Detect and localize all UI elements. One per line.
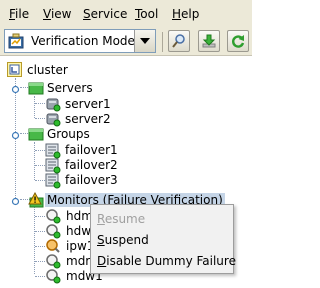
server2-label: server2 bbox=[65, 112, 111, 126]
tree-connector bbox=[35, 118, 45, 119]
server-icon bbox=[45, 111, 61, 127]
monitor-warning-icon bbox=[45, 238, 61, 254]
monitor-icon bbox=[45, 268, 61, 284]
tree-connector bbox=[34, 142, 35, 180]
cluster-label: cluster bbox=[27, 63, 68, 77]
menu-help[interactable]: Help bbox=[172, 7, 199, 21]
mode-dropdown-button[interactable] bbox=[134, 30, 155, 52]
tree-connector bbox=[35, 180, 45, 181]
green-refresh-icon bbox=[232, 35, 245, 48]
download-button[interactable] bbox=[198, 30, 220, 52]
hdm-label: hdm bbox=[66, 209, 93, 223]
verification-mode-icon bbox=[8, 33, 24, 49]
monitor-icon bbox=[45, 208, 61, 224]
warning-folder-icon bbox=[28, 191, 44, 208]
menu-item-suspend[interactable]: Suspend bbox=[97, 233, 149, 247]
refresh-button[interactable] bbox=[227, 30, 249, 52]
context-menu: Resume Suspend Disable Dummy Failure bbox=[90, 204, 236, 274]
server1-label: server1 bbox=[65, 97, 111, 111]
menu-view[interactable]: View bbox=[43, 7, 71, 21]
monitor-icon bbox=[45, 223, 61, 239]
tree-connector bbox=[35, 103, 45, 104]
toolbar-separator bbox=[162, 32, 163, 52]
failover-group-icon bbox=[45, 143, 61, 159]
groups-label: Groups bbox=[47, 127, 90, 141]
menu-item-disable-dummy-failure[interactable]: Disable Dummy Failure bbox=[97, 254, 236, 268]
menu-file[interactable]: File bbox=[9, 7, 29, 21]
chevron-down-icon bbox=[140, 38, 150, 44]
collapse-handle-icon[interactable] bbox=[11, 195, 20, 206]
tree-connector bbox=[35, 150, 45, 151]
failover-group-icon bbox=[45, 158, 61, 174]
servers-label: Servers bbox=[47, 81, 93, 95]
tree-connector bbox=[35, 165, 45, 166]
mode-select[interactable]: Verification Mode bbox=[4, 29, 156, 53]
search-button[interactable] bbox=[168, 30, 190, 52]
magnifier-icon bbox=[172, 34, 185, 48]
green-down-arrow-icon bbox=[202, 34, 216, 48]
mode-select-value: Verification Mode bbox=[31, 34, 135, 48]
failover1-label: failover1 bbox=[65, 143, 118, 157]
menu-tool[interactable]: Tool bbox=[135, 7, 158, 21]
server-icon bbox=[45, 96, 61, 112]
failover3-label: failover3 bbox=[65, 173, 118, 187]
hdw-label: hdw bbox=[66, 224, 92, 238]
failover-group-icon bbox=[45, 173, 61, 189]
groups-folder-icon bbox=[28, 126, 44, 142]
tree-connector bbox=[35, 216, 45, 217]
menu-bar: File View Service Tool Help bbox=[0, 0, 252, 28]
menu-item-resume: Resume bbox=[97, 212, 146, 226]
tree-connector bbox=[35, 261, 45, 262]
toolbar: Verification Mode bbox=[0, 28, 252, 56]
failover2-label: failover2 bbox=[65, 158, 118, 172]
servers-folder-icon bbox=[28, 80, 44, 96]
cluster-icon bbox=[7, 62, 23, 78]
mdr-label: mdr bbox=[66, 254, 91, 268]
menu-service[interactable]: Service bbox=[83, 7, 127, 21]
monitor-icon bbox=[45, 253, 61, 269]
tree-connector bbox=[35, 231, 45, 232]
tree-connector bbox=[35, 246, 45, 247]
collapse-handle-icon[interactable] bbox=[11, 129, 20, 140]
tree-connector bbox=[35, 276, 45, 277]
tree-connector bbox=[34, 96, 35, 118]
collapse-handle-icon[interactable] bbox=[11, 83, 20, 94]
